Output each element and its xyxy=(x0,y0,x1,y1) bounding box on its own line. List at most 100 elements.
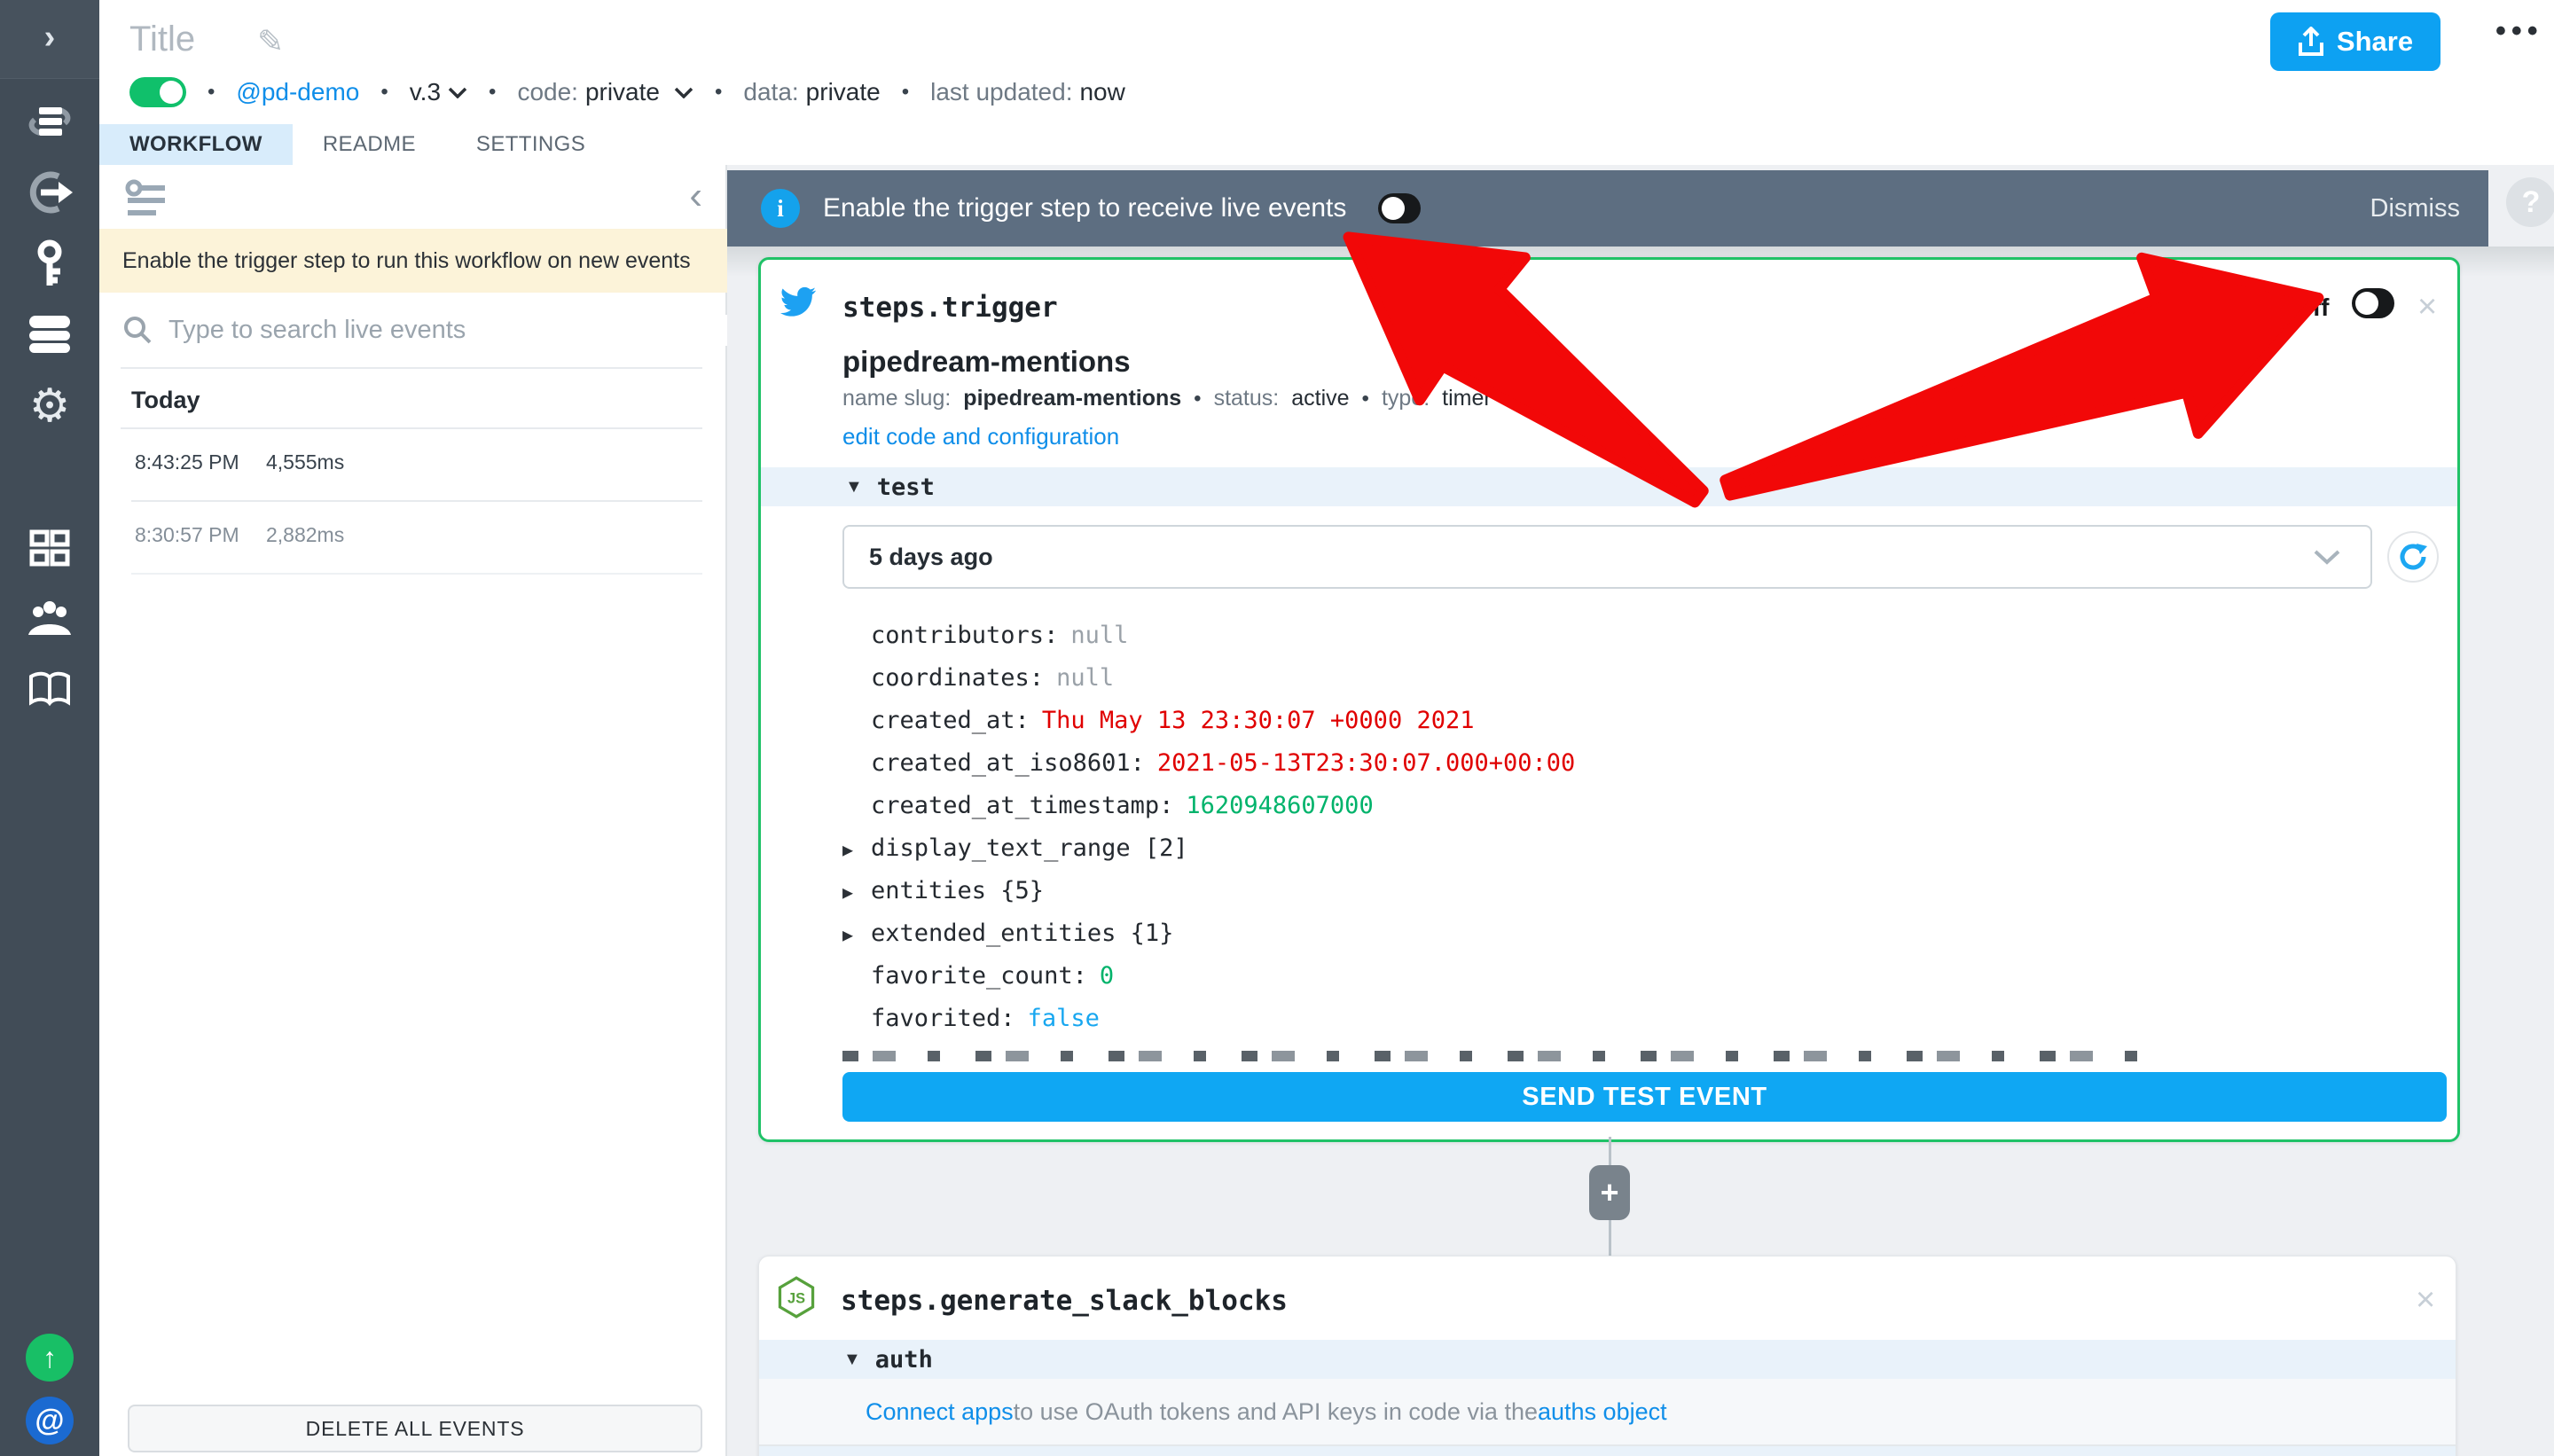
code-step-card: JS steps.generate_slack_blocks × ▼ auth … xyxy=(758,1256,2456,1456)
pipedream-workflow-app: › xyxy=(0,0,2554,1456)
separator-dot: • xyxy=(715,80,722,105)
payload-key: favorited: xyxy=(871,1005,1015,1032)
edit-title-pencil-icon[interactable]: ✎ xyxy=(257,23,284,60)
event-row[interactable]: 8:43:25 PM 4,555ms xyxy=(99,429,725,500)
deploy-toggle[interactable] xyxy=(129,77,186,107)
chevron-left-icon: ‹ xyxy=(689,174,702,217)
event-time: 8:30:57 PM xyxy=(135,523,239,547)
event-duration: 4,555ms xyxy=(266,450,344,474)
toggle-state-label: Off xyxy=(2293,294,2329,322)
auths-object-link[interactable]: auths object xyxy=(1538,1398,1667,1426)
tab-bar: WORKFLOW README SETTINGS xyxy=(99,124,615,165)
database-icon xyxy=(26,314,74,355)
info-icon: i xyxy=(761,189,800,228)
payload-value: 2021-05-13T23:30:07.000+00:00 xyxy=(1157,749,1575,777)
separator-dot: • xyxy=(902,80,909,105)
auth-section-header[interactable]: ▼ auth xyxy=(759,1340,2456,1379)
payload-key: contributors: xyxy=(871,622,1058,649)
caret-right-icon: ▶ xyxy=(842,871,871,913)
search-row xyxy=(99,293,772,367)
last-updated: last updated: now xyxy=(930,78,1125,106)
trigger-meta-row: name slug: pipedream-mentions • status: … xyxy=(842,386,1492,411)
sidebar-item-sql[interactable] xyxy=(0,312,99,356)
payload-value: Thu May 13 23:30:07 +0000 2021 xyxy=(1042,707,1475,734)
event-row[interactable]: 8:30:57 PM 2,882ms xyxy=(99,502,725,573)
sidebar-item-docs[interactable] xyxy=(0,667,99,713)
separator-dot: • xyxy=(380,80,388,105)
sidebar-support-button[interactable]: @ xyxy=(0,1396,99,1445)
workflow-title[interactable]: Title xyxy=(129,20,195,59)
open-book-icon xyxy=(27,670,73,709)
tab-settings[interactable]: SETTINGS xyxy=(446,124,615,165)
inspector-notice-banner: Enable the trigger step to run this work… xyxy=(99,229,772,293)
caret-right-icon: ▶ xyxy=(842,913,871,956)
connect-apps-link[interactable]: Connect apps xyxy=(866,1398,1014,1426)
sidebar-upgrade-button[interactable]: ↑ xyxy=(0,1334,99,1382)
payload-value: null xyxy=(1070,622,1128,649)
banner-live-events-toggle[interactable] xyxy=(1378,193,1421,223)
auth-help-text: to use OAuth tokens and API keys in code… xyxy=(1014,1398,1538,1426)
add-step-button[interactable]: + xyxy=(1589,1165,1630,1220)
clipped-payload-row xyxy=(842,1051,2173,1061)
share-upload-icon xyxy=(2298,27,2324,57)
collapse-panel-button[interactable]: ‹ xyxy=(689,174,702,218)
payload-key: favorite_count: xyxy=(871,962,1087,990)
sidebar-item-accounts[interactable] xyxy=(0,239,99,291)
people-icon xyxy=(25,599,74,638)
send-test-event-button[interactable]: SEND TEST EVENT xyxy=(842,1072,2447,1122)
payload-value: null xyxy=(1056,664,1114,692)
event-duration: 2,882ms xyxy=(266,523,344,547)
delete-all-events-button[interactable]: DELETE ALL EVENTS xyxy=(128,1405,702,1452)
refresh-event-button[interactable] xyxy=(2387,531,2439,583)
more-menu-button[interactable]: ••• xyxy=(2495,14,2543,49)
close-step-button[interactable]: × xyxy=(2416,1283,2435,1317)
search-input[interactable] xyxy=(167,315,748,346)
step-name: steps.trigger xyxy=(842,292,1058,324)
workflow-canvas: i Enable the trigger step to receive liv… xyxy=(727,165,2554,1456)
tab-workflow[interactable]: WORKFLOW xyxy=(99,124,293,165)
payload-value: false xyxy=(1028,1005,1100,1032)
share-button[interactable]: Share xyxy=(2270,12,2440,71)
sidebar-item-settings[interactable]: ⚙ xyxy=(0,381,99,431)
search-icon xyxy=(122,315,153,345)
event-time: 8:43:25 PM xyxy=(135,450,239,474)
payload-value: 0 xyxy=(1100,962,1114,990)
payload-expandable-row[interactable]: ▶extended_entities {1} xyxy=(842,912,1173,955)
caret-down-icon: ▼ xyxy=(843,1350,861,1370)
event-inspector-panel: ‹ Enable the trigger step to run this wo… xyxy=(99,165,727,1456)
separator-dot: • xyxy=(208,80,215,105)
sidebar-item-community[interactable] xyxy=(0,596,99,642)
sidebar-expand-button[interactable]: › xyxy=(0,16,99,59)
test-section-header[interactable]: ▼ test xyxy=(761,467,2457,506)
inspector-toolbar: ‹ xyxy=(99,165,725,229)
payload-value: 1620948607000 xyxy=(1186,792,1373,819)
dismiss-button[interactable]: Dismiss xyxy=(2370,194,2461,223)
sidebar: › xyxy=(0,0,99,1456)
chevron-down-icon xyxy=(448,87,467,98)
test-event-select[interactable]: 5 days ago xyxy=(842,525,2372,589)
event-group-label: Today xyxy=(131,387,200,414)
close-step-button[interactable]: × xyxy=(2417,290,2437,324)
payload-expandable-row[interactable]: ▶display_text_range [2] xyxy=(842,827,1188,870)
payload-key: created_at_iso8601: xyxy=(871,749,1145,777)
step-name: steps.generate_slack_blocks xyxy=(841,1285,1288,1317)
version-dropdown[interactable]: v.3 xyxy=(410,78,467,106)
help-button[interactable]: ? xyxy=(2506,177,2554,227)
trigger-title: pipedream-mentions xyxy=(842,345,1131,379)
sidebar-item-apps[interactable] xyxy=(0,525,99,571)
arrow-up-icon: ↑ xyxy=(43,1342,57,1374)
sidebar-item-sources[interactable] xyxy=(0,168,99,216)
nodejs-icon: JS xyxy=(777,1276,816,1319)
sidebar-item-workflows[interactable] xyxy=(0,98,99,145)
account-link[interactable]: @pd-demo xyxy=(236,78,359,106)
tab-readme[interactable]: README xyxy=(293,124,446,165)
plus-icon: + xyxy=(1600,1174,1618,1211)
chevron-down-icon xyxy=(2314,550,2340,565)
code-visibility-dropdown[interactable]: code: private xyxy=(517,78,693,106)
payload-expandable-row[interactable]: ▶entities {5} xyxy=(842,870,1044,912)
inspector-filter-icon[interactable] xyxy=(124,179,176,218)
payload-key: created_at_timestamp: xyxy=(871,792,1173,819)
divider xyxy=(131,573,702,575)
trigger-on-off-toggle[interactable] xyxy=(2352,288,2394,318)
edit-code-link[interactable]: edit code and configuration xyxy=(842,423,1119,450)
